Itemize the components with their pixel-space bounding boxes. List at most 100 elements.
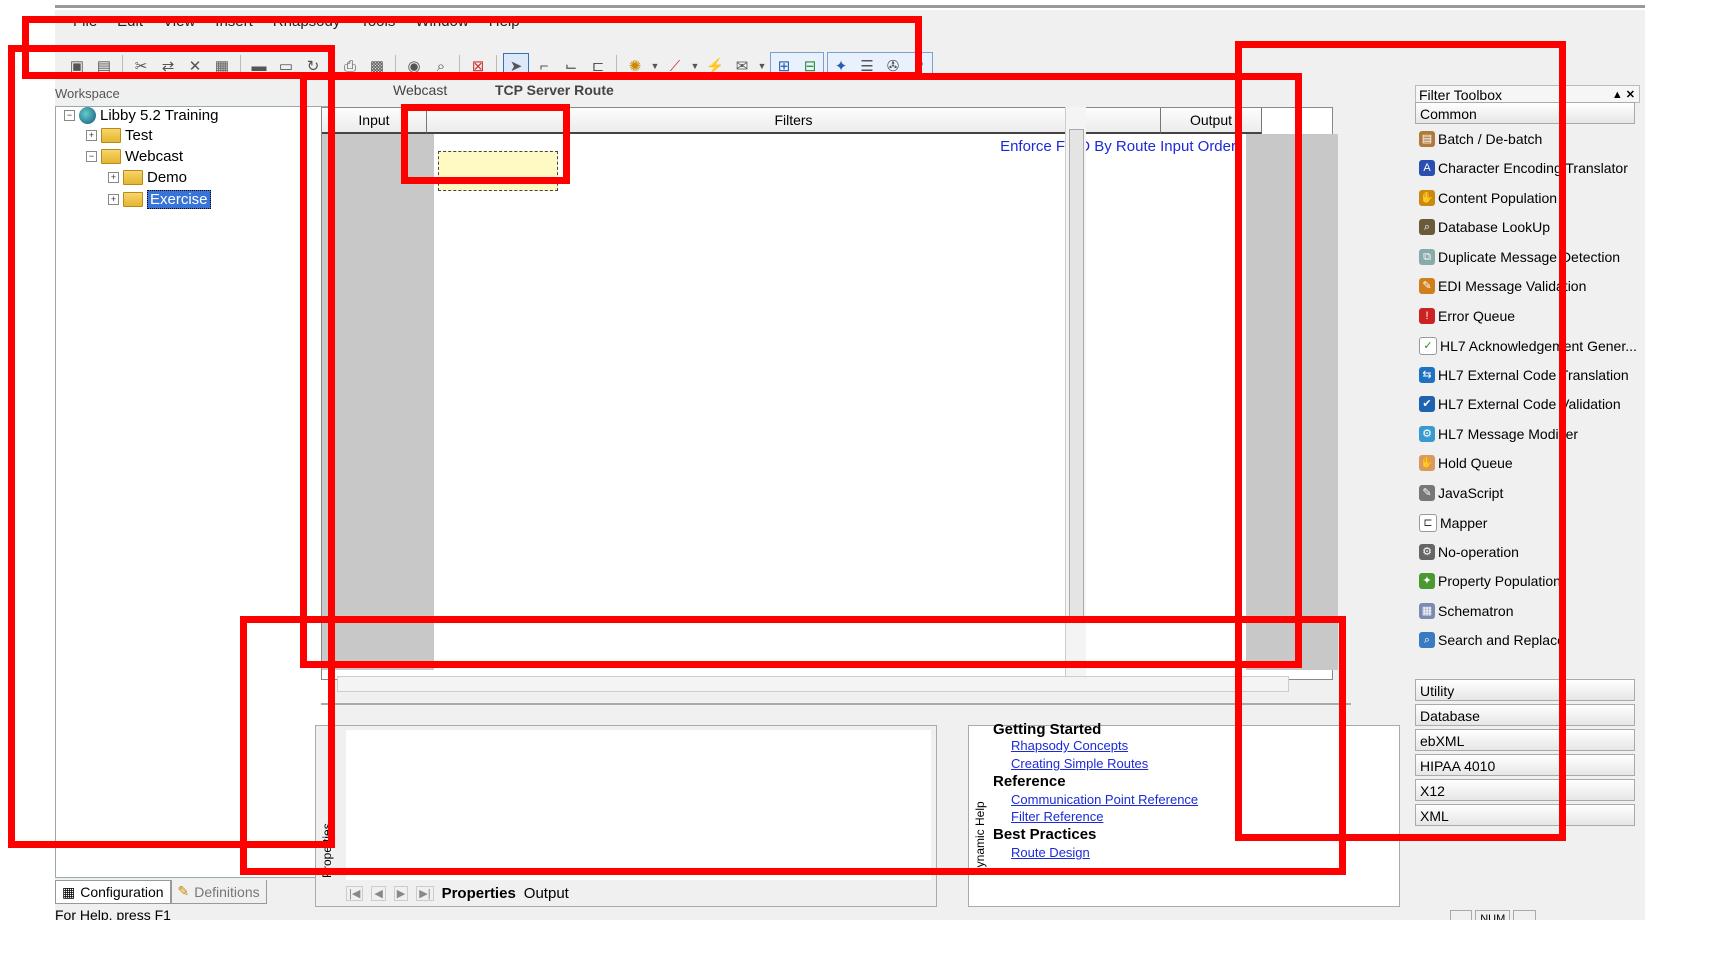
toolbox-item[interactable]: ⊏ Mapper xyxy=(1419,514,1487,532)
toolbox-item[interactable]: A Character Encoding Translator xyxy=(1419,160,1628,176)
toolbox-item[interactable]: ! Error Queue xyxy=(1419,308,1515,324)
toolbox-item[interactable]: ▦ Schematron xyxy=(1419,603,1513,619)
expand-icon[interactable]: + xyxy=(108,194,119,205)
tab-definitions[interactable]: ✎ Definitions xyxy=(170,880,267,904)
toolbox-item[interactable]: ⚙ No-operation xyxy=(1419,544,1519,560)
toolbox-item[interactable]: ✋ Hold Queue xyxy=(1419,455,1513,471)
toolbox-item[interactable]: ✓ HL7 Acknowledgement Gener... xyxy=(1419,337,1637,355)
help-icon[interactable]: ? xyxy=(907,54,931,78)
chart-icon[interactable]: ⟋ xyxy=(663,54,687,78)
cut-icon[interactable]: ✂ xyxy=(129,54,153,78)
pin-icon[interactable]: ▲ xyxy=(1612,89,1623,101)
tree-node-webcast[interactable]: − Webcast xyxy=(86,148,183,165)
input-column[interactable] xyxy=(322,134,434,670)
menu-insert[interactable]: Insert xyxy=(215,20,253,42)
category-hipaa[interactable]: HIPAA 4010 xyxy=(1415,754,1635,776)
toolbox-item[interactable]: ⌕ Search and Replace xyxy=(1419,632,1565,648)
toolbox-item[interactable]: ⧉ Duplicate Message Detection xyxy=(1419,249,1620,265)
nav-first-icon[interactable]: |◀ xyxy=(346,885,364,901)
view-icon[interactable]: ◉ xyxy=(402,54,426,78)
help-link-route-design[interactable]: Route Design xyxy=(1011,845,1090,860)
category-database[interactable]: Database xyxy=(1415,704,1635,726)
tab-tcp-server-route[interactable]: TCP Server Route xyxy=(495,82,614,98)
scrollbar-thumb[interactable] xyxy=(1069,129,1084,621)
save-icon[interactable]: ▣ xyxy=(65,54,89,78)
tree-node-demo[interactable]: + Demo xyxy=(108,169,187,186)
category-common[interactable]: Common xyxy=(1415,102,1635,124)
menu-view[interactable]: View xyxy=(163,20,195,42)
menu-file[interactable]: File xyxy=(73,20,97,42)
expand-icon[interactable]: + xyxy=(108,172,119,183)
open-icon[interactable]: ▤ xyxy=(92,54,116,78)
menu-tools[interactable]: Tools xyxy=(360,20,395,42)
chevron-down-icon[interactable]: ▼ xyxy=(757,54,767,78)
menu-rhapsody[interactable]: Rhapsody xyxy=(273,20,341,42)
tab-properties[interactable]: Properties xyxy=(442,885,516,902)
category-x12[interactable]: X12 xyxy=(1415,779,1635,801)
tools-icon[interactable]: ✺ xyxy=(623,54,647,78)
chevron-down-icon[interactable]: ▼ xyxy=(650,54,660,78)
debug-icon[interactable]: ✦ xyxy=(829,54,853,78)
toolbox-item[interactable]: ✎ EDI Message Validation xyxy=(1419,278,1586,294)
wrench-icon[interactable]: ✇ xyxy=(881,54,905,78)
category-ebxml[interactable]: ebXML xyxy=(1415,729,1635,751)
expand-icon[interactable]: + xyxy=(86,130,97,141)
menu-help[interactable]: Help xyxy=(489,20,520,42)
checkin-icon[interactable]: ▬ xyxy=(247,54,271,78)
tab-configuration[interactable]: ▦ Configuration xyxy=(55,880,171,904)
cross-icon[interactable]: ✕ xyxy=(183,54,207,78)
category-utility[interactable]: Utility xyxy=(1415,679,1635,701)
toolbox-item[interactable]: ✋ Content Population xyxy=(1419,190,1557,206)
toolbox-item[interactable]: ⌕ Database LookUp xyxy=(1419,219,1550,235)
chevron-down-icon[interactable]: ▼ xyxy=(690,54,700,78)
tree-node-root[interactable]: − Libby 5.2 Training xyxy=(64,107,218,124)
category-xml[interactable]: XML xyxy=(1415,804,1635,826)
connector-multi-icon[interactable]: ⌙ xyxy=(559,54,583,78)
delete-icon[interactable]: ▦ xyxy=(210,54,234,78)
help-link-filter-reference[interactable]: Filter Reference xyxy=(1011,809,1103,824)
help-link-creating-routes[interactable]: Creating Simple Routes xyxy=(1011,756,1148,771)
pointer-icon[interactable]: ➤ xyxy=(503,53,529,79)
collapse-icon[interactable]: − xyxy=(86,151,97,162)
refresh-icon[interactable]: ↻ xyxy=(301,54,325,78)
tab-webcast[interactable]: Webcast xyxy=(393,82,447,98)
spark-icon[interactable]: ⚡ xyxy=(703,54,727,78)
enforce-fifo-link[interactable]: Enforce FIFO By Route Input Order xyxy=(1000,138,1236,155)
print-preview-icon[interactable]: ▩ xyxy=(365,54,389,78)
help-link-communication-point[interactable]: Communication Point Reference xyxy=(1011,792,1198,807)
toolbox-item[interactable]: ✎ JavaScript xyxy=(1419,485,1503,501)
connector-icon[interactable]: ⌐ xyxy=(532,54,556,78)
menu-window[interactable]: Window xyxy=(415,20,468,42)
collapse-icon[interactable]: − xyxy=(64,110,75,121)
network-icon[interactable]: ⊞ xyxy=(772,54,796,78)
network-green-icon[interactable]: ⊟ xyxy=(798,54,822,78)
close-icon[interactable]: ✕ xyxy=(1626,89,1635,101)
help-link-rhapsody-concepts[interactable]: Rhapsody Concepts xyxy=(1011,738,1128,753)
splitter[interactable] xyxy=(321,703,1351,705)
mail-icon[interactable]: ✉ xyxy=(730,54,754,78)
print-icon[interactable]: ⎙ xyxy=(338,54,362,78)
toolbox-item[interactable]: ⚙ HL7 Message Modifier xyxy=(1419,426,1578,442)
nav-next-icon[interactable]: ▶ xyxy=(393,885,409,901)
find-icon[interactable]: ⌕ xyxy=(429,54,453,78)
toolbox-item[interactable]: ✔ HL7 External Code Validation xyxy=(1419,396,1621,412)
route-editor-grid[interactable]: Input Filters Output Enforce FIFO By Rou… xyxy=(321,107,1338,680)
nav-last-icon[interactable]: ▶| xyxy=(416,885,434,901)
move-icon[interactable]: ⇄ xyxy=(156,54,180,78)
list-icon[interactable]: ☰ xyxy=(855,54,879,78)
tree-node-exercise[interactable]: + Exercise xyxy=(108,190,211,209)
tree-node-test[interactable]: + Test xyxy=(86,127,153,144)
nav-prev-icon[interactable]: ◀ xyxy=(371,885,386,901)
menu-edit[interactable]: Edit xyxy=(117,20,143,42)
toolbox-item[interactable]: ✦ Property Population xyxy=(1419,573,1561,589)
pdf-icon[interactable]: ⊠ xyxy=(466,54,490,78)
toolbox-item[interactable]: ⇆ HL7 External Code Translation xyxy=(1419,367,1629,383)
connector-branch-icon[interactable]: ⊏ xyxy=(586,54,610,78)
tab-output[interactable]: Output xyxy=(524,885,569,902)
filter-drop-placeholder[interactable] xyxy=(438,151,558,191)
output-column[interactable] xyxy=(1246,134,1338,670)
vertical-scrollbar[interactable] xyxy=(1065,107,1086,678)
horizontal-scrollbar[interactable] xyxy=(337,676,1289,692)
folder-icon[interactable]: ▭ xyxy=(274,54,298,78)
toolbox-item[interactable]: ▤ Batch / De-batch xyxy=(1419,131,1542,147)
